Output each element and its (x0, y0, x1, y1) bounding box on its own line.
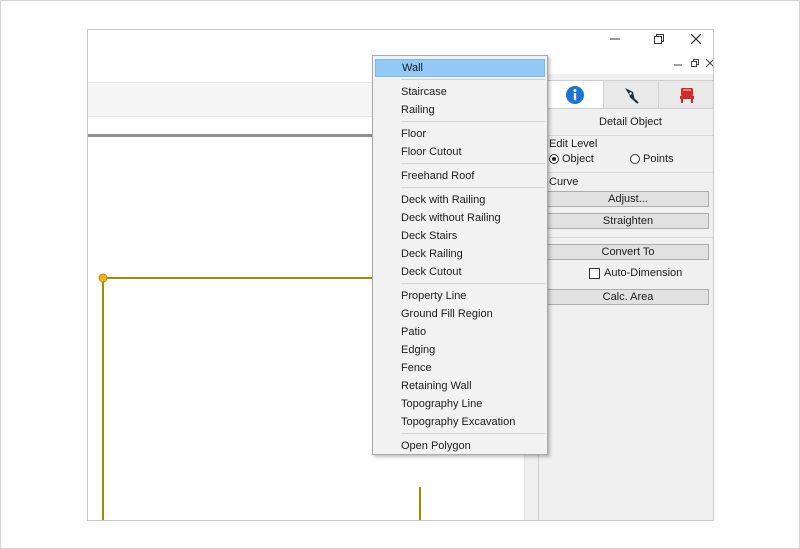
menu-item-topography-excavation[interactable]: Topography Excavation (375, 413, 545, 431)
menu-separator (401, 121, 545, 122)
divider (547, 172, 713, 173)
divider (547, 237, 713, 238)
minimize-button[interactable] (601, 30, 629, 48)
menu-separator (401, 283, 545, 284)
radio-object[interactable]: Object (549, 153, 594, 165)
minimize-icon (674, 64, 682, 66)
doc-restore-button[interactable] (688, 56, 702, 70)
menu-item-deck-railing[interactable]: Deck Railing (375, 245, 545, 263)
menu-item-deck-with-railing[interactable]: Deck with Railing (375, 191, 545, 209)
minimize-icon (610, 38, 620, 40)
auto-dimension-label: Auto-Dimension (604, 267, 683, 279)
side-panel: Detail Object Edit Level Object Points C… (538, 74, 713, 520)
radio-points-indicator[interactable] (630, 154, 640, 164)
menu-item-deck-without-railing[interactable]: Deck without Railing (375, 209, 545, 227)
straighten-button[interactable]: Straighten (547, 213, 709, 229)
restore-button[interactable] (645, 30, 673, 48)
context-menu: Wall Staircase Railing Floor Floor Cutout Fre… (372, 55, 548, 455)
menu-separator (401, 433, 545, 434)
tab-pen-style[interactable] (602, 80, 660, 108)
title-bar (88, 30, 713, 52)
corner-handle[interactable] (98, 273, 108, 283)
menu-item-fence[interactable]: Fence (375, 359, 545, 377)
restore-icon (654, 34, 664, 44)
close-icon (706, 59, 713, 67)
close-icon (691, 34, 701, 44)
radio-object-label: Object (562, 153, 594, 165)
menu-item-open-polygon[interactable]: Open Polygon (375, 437, 545, 455)
menu-item-wall[interactable]: Wall (375, 59, 545, 77)
doc-minimize-button[interactable] (671, 56, 685, 70)
radio-points-label: Points (643, 153, 674, 165)
panel-title: Detail Object (599, 116, 662, 128)
adjust-button[interactable]: Adjust... (547, 191, 709, 207)
radio-object-indicator[interactable] (549, 154, 559, 164)
chair-icon (679, 87, 694, 103)
menu-separator (401, 163, 545, 164)
edit-level-label: Edit Level (549, 138, 598, 150)
info-icon (566, 85, 585, 104)
menu-item-topography-line[interactable]: Topography Line (375, 395, 545, 413)
restore-icon (691, 59, 699, 67)
menu-item-floor[interactable]: Floor (375, 125, 545, 143)
radio-points[interactable]: Points (630, 153, 674, 165)
menu-item-ground-fill-region[interactable]: Ground Fill Region (375, 305, 545, 323)
divider (547, 135, 713, 136)
curve-label: Curve (549, 176, 579, 188)
pen-nib-icon (625, 87, 639, 104)
menu-item-floor-cutout[interactable]: Floor Cutout (375, 143, 545, 161)
panel-tabs (547, 80, 713, 109)
menu-item-property-line[interactable]: Property Line (375, 287, 545, 305)
close-button[interactable] (682, 30, 710, 48)
menu-item-retaining-wall[interactable]: Retaining Wall (375, 377, 545, 395)
convert-to-button[interactable]: Convert To (547, 244, 709, 260)
menu-separator (401, 79, 545, 80)
menu-item-deck-stairs[interactable]: Deck Stairs (375, 227, 545, 245)
calc-area-button[interactable]: Calc. Area (547, 289, 709, 305)
menu-separator (401, 187, 545, 188)
menu-item-patio[interactable]: Patio (375, 323, 545, 341)
auto-dimension-checkbox[interactable] (589, 267, 600, 279)
menu-item-staircase[interactable]: Staircase (375, 83, 545, 101)
tab-furniture[interactable] (658, 80, 713, 108)
doc-close-button[interactable] (703, 56, 713, 70)
menu-item-freehand-roof[interactable]: Freehand Roof (375, 167, 545, 185)
tab-object-info[interactable] (547, 80, 604, 108)
auto-dimension-toggle[interactable]: Auto-Dimension (589, 267, 682, 279)
menu-item-railing[interactable]: Railing (375, 101, 545, 119)
menu-item-edging[interactable]: Edging (375, 341, 545, 359)
menu-item-deck-cutout[interactable]: Deck Cutout (375, 263, 545, 281)
